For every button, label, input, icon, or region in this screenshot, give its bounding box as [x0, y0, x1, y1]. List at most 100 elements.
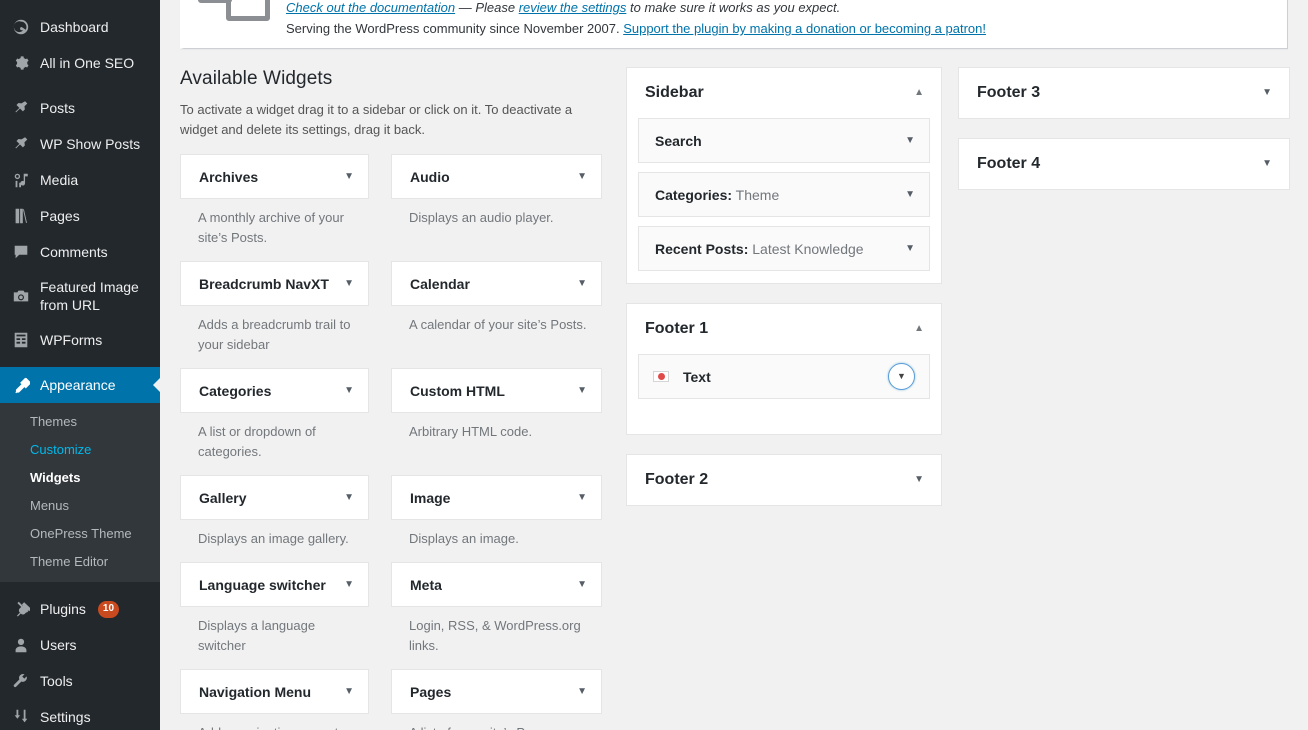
donation-link[interactable]: Support the plugin by making a donation … [623, 21, 986, 36]
plug-icon [11, 599, 31, 619]
submenu-item-widgets[interactable]: Widgets [0, 464, 160, 492]
sidebar-item-label: Comments [40, 244, 108, 260]
widget-area-header[interactable]: Footer 2 ▼ [627, 455, 941, 505]
widget-card[interactable]: Language switcher ▼ [180, 562, 369, 607]
assigned-widget-search[interactable]: Search ▼ [638, 118, 930, 163]
available-widget-archives: Archives ▼ A monthly archive of your site’… [180, 154, 391, 248]
widget-card[interactable]: Archives ▼ [180, 154, 369, 199]
chevron-down-icon[interactable]: ▼ [577, 686, 587, 697]
chevron-down-icon[interactable]: ▼ [577, 171, 587, 182]
widget-card[interactable]: Navigation Menu ▼ [180, 669, 369, 714]
widget-description: Login, RSS, & WordPress.org links. [409, 618, 581, 653]
widget-name: Meta [410, 576, 442, 593]
assigned-widget-text[interactable]: Text ▼ [638, 354, 930, 399]
widget-card[interactable]: Categories ▼ [180, 368, 369, 413]
notice-dash: — Please [455, 0, 519, 15]
assigned-widget-recent-posts-latest-knowledge[interactable]: Recent Posts: Latest Knowledge ▼ [638, 226, 930, 271]
widget-card[interactable]: Breadcrumb NavXT ▼ [180, 261, 369, 306]
chevron-down-icon[interactable]: ▼ [905, 243, 915, 254]
widget-card[interactable]: Gallery ▼ [180, 475, 369, 520]
sidebar-item-plugins[interactable]: Plugins 10 [0, 591, 160, 627]
submenu-item-onepress-theme[interactable]: OnePress Theme [0, 520, 160, 548]
widget-area-header[interactable]: Sidebar ▲ [627, 68, 941, 118]
assigned-widget-label: Text [683, 368, 711, 385]
sidebar-item-wpforms[interactable]: WPForms [0, 322, 160, 358]
widget-description: Arbitrary HTML code. [409, 424, 533, 439]
sidebar-item-wp-show-posts[interactable]: WP Show Posts [0, 126, 160, 162]
chevron-down-icon[interactable]: ▼ [344, 171, 354, 182]
chevron-up-icon[interactable]: ▲ [914, 88, 924, 98]
assigned-widget-categories-theme[interactable]: Categories: Theme ▼ [638, 172, 930, 217]
sidebar-item-comments[interactable]: Comments [0, 234, 160, 270]
chevron-down-icon[interactable]: ▼ [344, 385, 354, 396]
sidebar-item-users[interactable]: Users [0, 627, 160, 663]
widget-card[interactable]: Calendar ▼ [391, 261, 602, 306]
chevron-down-icon[interactable]: ▼ [344, 278, 354, 289]
available-widget-custom-html: Custom HTML ▼ Arbitrary HTML code. [391, 368, 602, 462]
widget-area-header[interactable]: Footer 1 ▲ [627, 304, 941, 354]
chevron-down-icon[interactable]: ▼ [344, 579, 354, 590]
chevron-down-icon[interactable]: ▼ [577, 579, 587, 590]
assigned-widget-instance: Latest Knowledge [748, 240, 864, 257]
widget-description: Displays an image. [409, 531, 519, 546]
widget-expand-button[interactable]: ▼ [888, 363, 915, 390]
chevron-down-icon[interactable]: ▼ [905, 135, 915, 146]
available-widget-navigation-menu: Navigation Menu ▼ Add a navigation menu to… [180, 669, 391, 730]
chevron-down-icon[interactable]: ▼ [577, 385, 587, 396]
available-widgets-grid: Archives ▼ A monthly archive of your site’… [180, 154, 602, 730]
available-widgets-description: To activate a widget drag it to a sideba… [180, 102, 573, 137]
widget-card[interactable]: Custom HTML ▼ [391, 368, 602, 413]
widget-card[interactable]: Meta ▼ [391, 562, 602, 607]
chevron-down-icon[interactable]: ▼ [577, 278, 587, 289]
widget-area-header[interactable]: Footer 3 ▼ [959, 68, 1289, 118]
chevron-down-icon[interactable]: ▼ [344, 492, 354, 503]
gear-icon [11, 53, 31, 73]
sidebar-panels-column: Sidebar ▲ Search ▼ Categories: Theme ▼ Recent … [626, 67, 958, 730]
chevron-down-icon[interactable]: ▼ [1262, 159, 1272, 169]
assigned-widget-left: Text [653, 369, 711, 385]
widgets-columns: Available Widgets To activate a widget d… [180, 49, 1290, 730]
widget-name: Pages [410, 683, 452, 700]
chevron-down-icon[interactable]: ▼ [1262, 88, 1272, 98]
submenu-item-themes[interactable]: Themes [0, 408, 160, 436]
chevron-down-icon[interactable]: ▼ [905, 189, 915, 200]
sidebar-item-tools[interactable]: Tools [0, 663, 160, 699]
submenu-item-menus[interactable]: Menus [0, 492, 160, 520]
chevron-down-icon: ▼ [897, 371, 906, 381]
available-widget-gallery: Gallery ▼ Displays an image gallery. [180, 475, 391, 549]
sidebar-item-media[interactable]: Media [0, 162, 160, 198]
sidebar-item-dashboard[interactable]: Dashboard [0, 9, 160, 45]
chevron-up-icon[interactable]: ▲ [914, 324, 924, 334]
plugin-logo-icon [198, 0, 274, 31]
documentation-link[interactable]: Check out the documentation [286, 0, 455, 15]
widget-description: Displays a language switcher [198, 618, 316, 653]
submenu-item-customize[interactable]: Customize [0, 436, 160, 464]
available-widget-meta: Meta ▼ Login, RSS, & WordPress.org links. [391, 562, 602, 656]
widget-area-header[interactable]: Footer 4 ▼ [959, 139, 1289, 189]
widget-card[interactable]: Pages ▼ [391, 669, 602, 714]
widget-area-title: Footer 2 [645, 471, 709, 488]
chevron-down-icon[interactable]: ▼ [344, 686, 354, 697]
serving-text: Serving the WordPress community since No… [286, 21, 624, 36]
dashboard-icon [11, 17, 31, 37]
review-settings-link[interactable]: review the settings [519, 0, 627, 15]
widget-description: A list or dropdown of categories. [198, 424, 316, 459]
chevron-down-icon[interactable]: ▼ [914, 475, 924, 485]
widget-card[interactable]: Audio ▼ [391, 154, 602, 199]
sidebar-item-all-in-one-seo[interactable]: All in One SEO [0, 45, 160, 81]
widget-area-footer-1: Footer 1 ▲ Text ▼ [626, 303, 942, 435]
sidebar-item-settings[interactable]: Settings [0, 699, 160, 730]
submenu-item-label: Widgets [30, 470, 81, 485]
submenu-item-theme-editor[interactable]: Theme Editor [0, 548, 160, 576]
submenu-item-label: OnePress Theme [30, 526, 132, 541]
sidebar-item-appearance[interactable]: Appearance [0, 367, 160, 403]
sidebar-item-featured-image-from-url[interactable]: Featured Image from URL [0, 270, 160, 322]
sidebar-item-pages[interactable]: Pages [0, 198, 160, 234]
widget-card[interactable]: Image ▼ [391, 475, 602, 520]
pages-icon [11, 206, 31, 226]
available-widget-breadcrumb-navxt: Breadcrumb NavXT ▼ Adds a breadcrumb trail… [180, 261, 391, 355]
chevron-down-icon[interactable]: ▼ [577, 492, 587, 503]
widget-area-title: Footer 4 [977, 155, 1041, 172]
sidebar-item-posts[interactable]: Posts [0, 90, 160, 126]
widget-description: Displays an image gallery. [198, 531, 349, 546]
